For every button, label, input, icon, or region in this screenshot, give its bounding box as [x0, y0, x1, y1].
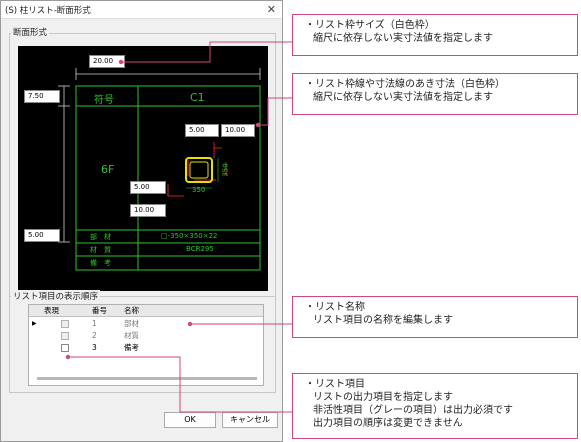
callout-gap-size-text: 縮尺に依存しない実寸法値を指定します — [313, 92, 493, 103]
callout-list-items-title: ・リスト項目 — [305, 379, 365, 390]
callout-list-name: ・リスト名称 リスト項目の名称を編集します — [292, 296, 578, 338]
callout-frame-size: ・リスト枠サイズ（白色枠） 縮尺に依存しない実寸法値を指定します — [292, 14, 578, 56]
callout-list-name-text: リスト項目の名称を編集します — [313, 315, 453, 326]
callout-list-items: ・リスト項目 リストの出力項目を指定します 非活性項目（グレーの項目）は出力必須… — [292, 373, 578, 439]
callout-list-name-title: ・リスト名称 — [305, 302, 365, 313]
callout-frame-size-title: ・リスト枠サイズ（白色枠） — [305, 20, 435, 31]
callout-list-items-text-2: 非活性項目（グレーの項目）は出力必須です — [313, 405, 513, 416]
callout-gap-size: ・リスト枠線や寸法線のあき寸法（白色枠） 縮尺に依存しない実寸法値を指定します — [292, 73, 578, 115]
callout-frame-size-text: 縮尺に依存しない実寸法値を指定します — [313, 33, 493, 44]
callout-list-items-text-1: リストの出力項目を指定します — [313, 392, 453, 403]
callout-list-items-text-3: 出力項目の順序は変更できません — [313, 418, 463, 429]
callout-gap-size-title: ・リスト枠線や寸法線のあき寸法（白色枠） — [305, 79, 505, 90]
